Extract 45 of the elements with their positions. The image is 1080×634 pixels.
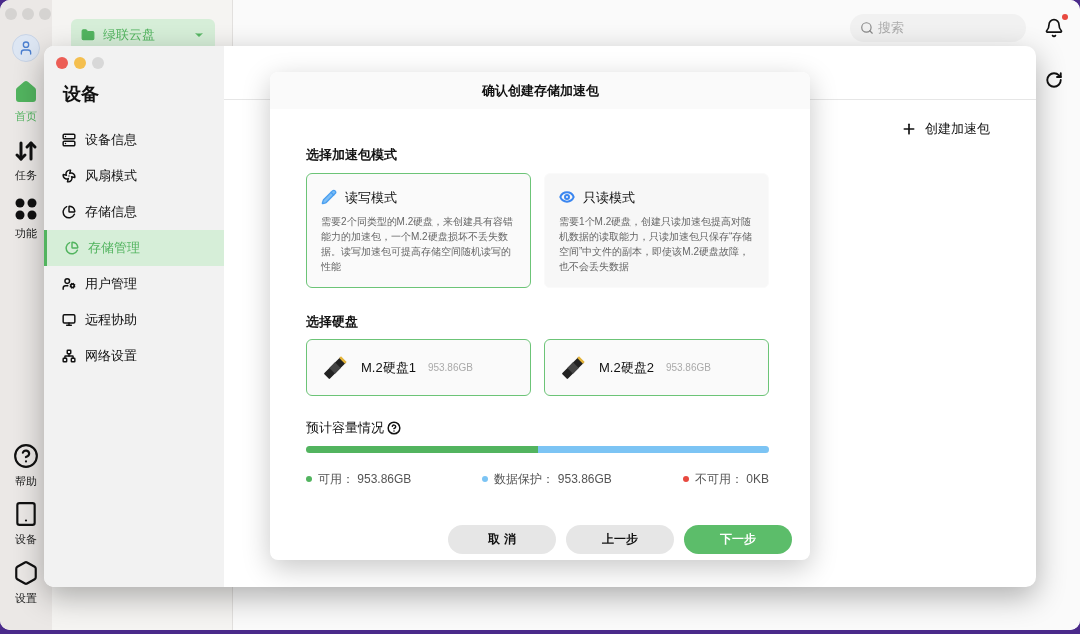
search-field[interactable]: 搜索 (850, 13, 1026, 42)
pie-chart-icon (65, 241, 79, 255)
refresh-icon[interactable] (1045, 71, 1063, 89)
rail-item[interactable]: 帮助 (2, 442, 50, 489)
window-title: 设备 (63, 83, 100, 106)
pencil-icon (321, 189, 337, 206)
menu-item[interactable]: 用户管理 (44, 266, 224, 302)
rail-item[interactable]: 设置 (2, 559, 50, 606)
section-heading: 预计容量情况 (306, 419, 384, 437)
network-icon (62, 349, 76, 363)
eye-icon (559, 189, 575, 206)
legend-label: 数据保护： 953.86GB (494, 470, 612, 488)
help-icon[interactable] (387, 420, 401, 435)
folder-icon (81, 28, 95, 42)
menu-item[interactable]: 远程协助 (44, 302, 224, 338)
mode-description: 需要2个同类型的M.2硬盘，来创建具有容错能力的加速包，一个M.2硬盘损坏不丢失数据。读写加速包可提高存储空间随机读写的性能 (321, 215, 515, 274)
create-button[interactable]: 创建加速包 (901, 119, 990, 139)
mode-card[interactable]: 读写模式 需要2个同类型的M.2硬盘，来创建具有容错能力的加速包，一个M.2硬盘损坏不丢失数据。读写加速包可提高存储空间随机读写的性能 (306, 172, 531, 288)
close-control[interactable] (56, 57, 68, 69)
legend-label: 不可用： 0KB (694, 470, 769, 488)
settings-icon (13, 559, 39, 586)
dialog-title: 确认创建存储加速包 (481, 81, 599, 100)
section-heading: 选择加速包模式 (306, 146, 398, 164)
legend-label: 可用： 953.86GB (318, 470, 412, 488)
secondary-button[interactable]: 取 消 (448, 524, 556, 554)
pie-chart-icon (62, 205, 76, 219)
menu-item[interactable]: 网络设置 (44, 338, 224, 374)
home-icon (14, 80, 38, 104)
users-icon (62, 277, 76, 291)
apps-icon (14, 197, 38, 221)
server-icon (62, 133, 76, 147)
rail-item[interactable]: 设备 (2, 501, 50, 548)
help-icon (13, 442, 39, 469)
disk-card[interactable]: M.2硬盘2 953.86GB (544, 339, 769, 396)
disk-card[interactable]: M.2硬盘1 953.86GB (306, 339, 531, 396)
search-icon (860, 20, 874, 35)
monitor-icon (62, 313, 76, 327)
minimize-control[interactable] (74, 57, 86, 69)
mode-card[interactable]: 只读模式 需要1个M.2硬盘，创建只读加速包提高对随机数据的读取能力，只读加速包只保存“存储空间”中文件的副本，即使该M.2硬盘故障，也不会丢失数据 (544, 172, 769, 288)
tablet-icon (13, 501, 39, 527)
secondary-button[interactable]: 上一步 (566, 524, 674, 554)
fan-icon (62, 169, 76, 183)
avatar[interactable] (12, 34, 40, 62)
section-heading: 选择硬盘 (306, 312, 359, 331)
mode-description: 需要1个M.2硬盘，创建只读加速包提高对随机数据的读取能力，只读加速包只保存“存储空间”中文件的副本，即使该M.2硬盘故障，也不会丢失数据 (559, 215, 754, 274)
